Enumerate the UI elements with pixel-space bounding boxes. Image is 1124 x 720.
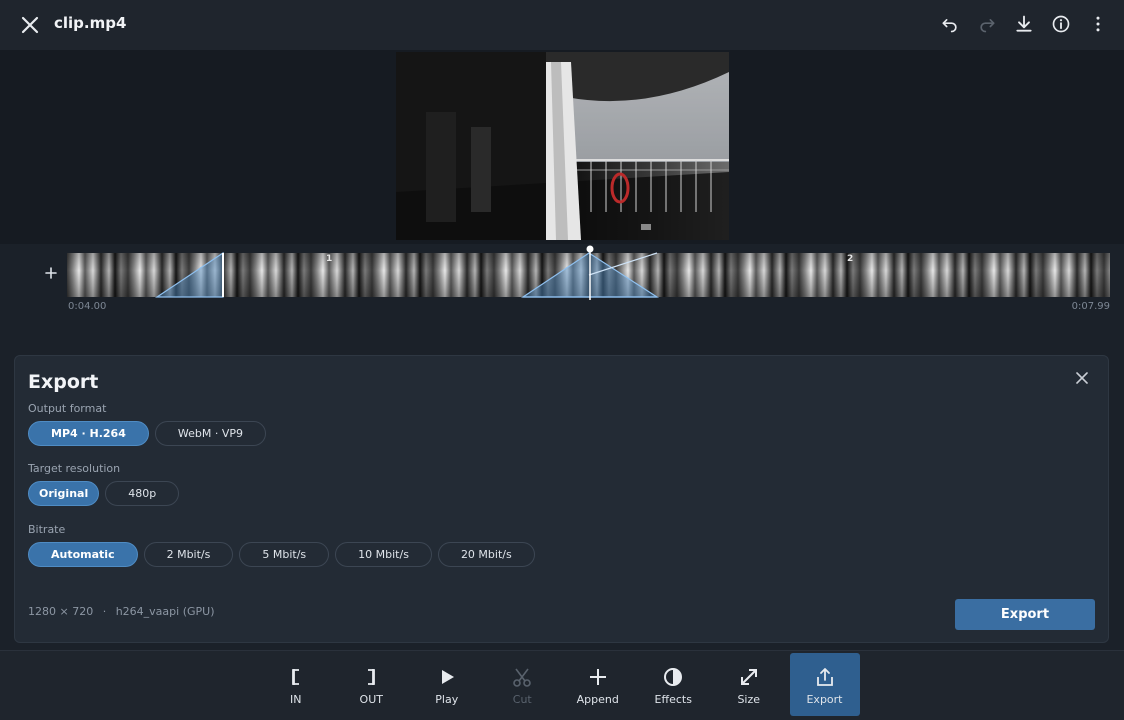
target-resolution-options: Original 480p [28,481,180,506]
effects-button[interactable]: Effects [636,653,712,716]
undo-icon[interactable] [938,12,962,36]
output-format-label: Output format [28,402,107,415]
plus-icon [587,666,609,688]
export-tool-label: Export [806,693,843,706]
close-icon[interactable] [18,13,42,37]
header-actions [938,12,1110,36]
bracket-in-icon [285,666,307,688]
file-title: clip.mp4 [54,14,127,32]
info-icon[interactable] [1049,12,1073,36]
play-icon [436,666,458,688]
top-bar: clip.mp4 [0,0,1124,50]
download-icon[interactable] [1012,12,1036,36]
target-resolution-label: Target resolution [28,462,121,475]
segment-label-2: 2 [847,254,854,264]
format-option-webm[interactable]: WebM · VP9 [154,421,266,446]
timeline-end-time: 0:07.99 [1071,301,1110,312]
set-out-label: OUT [359,693,383,706]
export-specs: 1280 × 720 · h264_vaapi (GPU) [28,605,215,618]
contrast-icon [662,666,684,688]
export-button[interactable]: Export [955,599,1095,630]
set-out-button[interactable]: OUT [334,653,410,716]
output-format-options: MP4 · H.264 WebM · VP9 [28,421,266,446]
effects-label: Effects [654,693,692,706]
bracket-out-icon [360,666,382,688]
resolution-option-original[interactable]: Original [28,481,100,506]
cut-label: Cut [512,693,532,706]
scissors-icon [511,666,533,688]
resolution-option-480p[interactable]: 480p [105,481,180,506]
spec-resolution: 1280 × 720 [28,605,94,618]
timeline-start-time: 0:04.00 [68,301,107,312]
spec-encoder: h264_vaapi (GPU) [115,605,215,618]
set-in-label: IN [290,693,302,706]
format-option-mp4[interactable]: MP4 · H.264 [28,421,149,446]
export-tool-button[interactable]: Export [789,653,860,716]
share-icon [814,666,836,688]
play-label: Play [435,693,459,706]
append-label: Append [576,693,619,706]
size-button[interactable]: Size [711,653,787,716]
redo-icon[interactable] [975,12,999,36]
bottom-toolbar: IN OUT Play Cut Append Effects Size Expo… [0,650,1124,720]
add-clip-icon[interactable] [42,264,60,282]
more-vert-icon[interactable] [1086,12,1110,36]
append-button[interactable]: Append [560,653,636,716]
play-button[interactable]: Play [409,653,485,716]
bitrate-option-automatic[interactable]: Automatic [28,542,138,567]
cut-button[interactable]: Cut [485,653,561,716]
close-icon[interactable] [1072,368,1092,388]
playhead[interactable] [584,244,596,302]
export-panel: Export Output format MP4 · H.264 WebM · … [14,355,1109,643]
bitrate-options: Automatic 2 Mbit/s 5 Mbit/s 10 Mbit/s 20… [28,542,535,567]
bitrate-label: Bitrate [28,523,66,536]
panel-title: Export [28,371,99,393]
spec-separator: · [102,605,107,618]
bitrate-option-10[interactable]: 10 Mbit/s [335,542,432,567]
bitrate-option-20[interactable]: 20 Mbit/s [437,542,535,567]
video-stage [0,50,1124,244]
video-preview[interactable] [396,52,729,240]
size-label: Size [737,693,761,706]
resize-icon [738,666,760,688]
set-in-button[interactable]: IN [258,653,334,716]
bitrate-option-5[interactable]: 5 Mbit/s [239,542,330,567]
segment-label-1: 1 [326,254,333,264]
bitrate-option-2[interactable]: 2 Mbit/s [143,542,234,567]
timeline: 1 2 0:04.00 0:07.99 [0,244,1124,344]
